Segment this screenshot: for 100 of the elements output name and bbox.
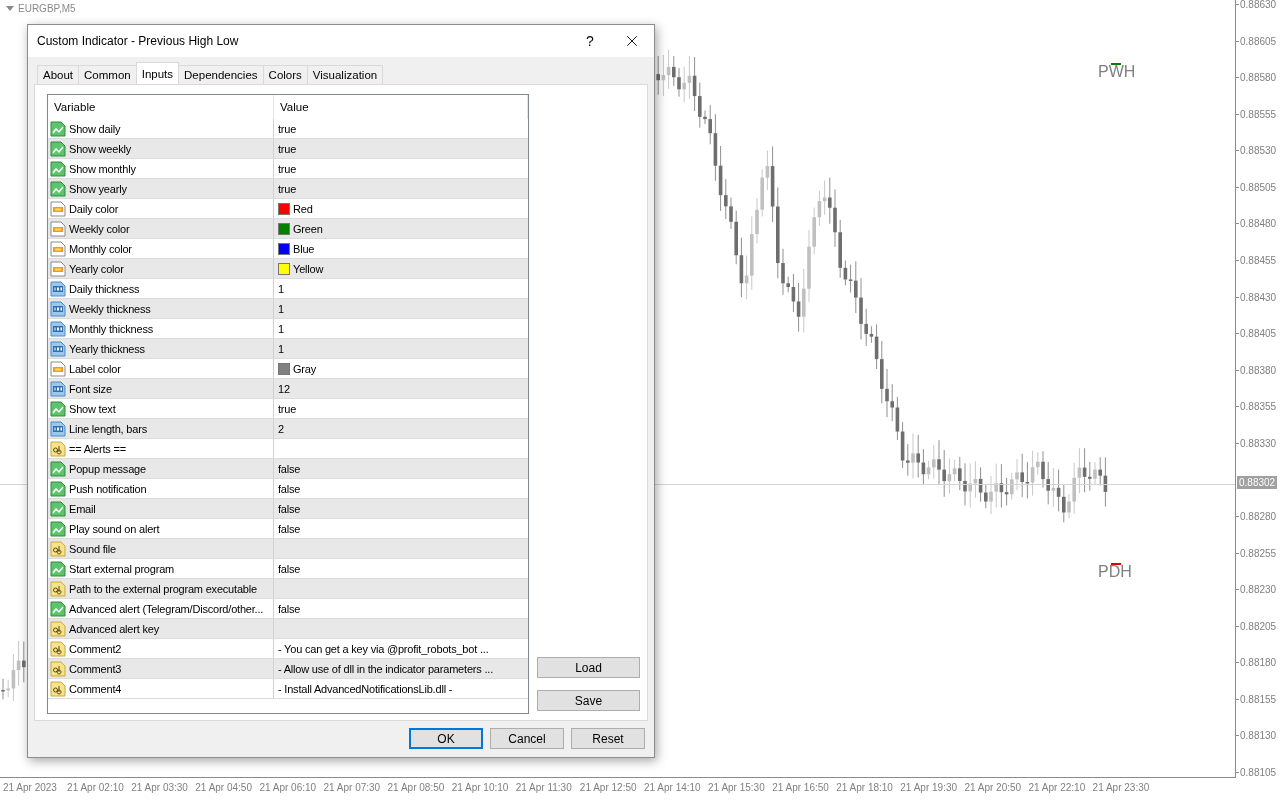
number-icon <box>50 340 66 357</box>
variable-value: 1 <box>278 342 284 355</box>
variable-name: Yearly thickness <box>69 342 145 355</box>
time-tick: 21 Apr 20:50 <box>964 781 1023 795</box>
variable-value: false <box>278 522 301 535</box>
help-button[interactable]: ? <box>570 26 610 56</box>
variable-value: true <box>278 162 297 175</box>
variable-value: Blue <box>293 242 315 255</box>
price-tick: 0.88430 <box>1240 291 1277 303</box>
text-icon <box>50 440 66 457</box>
tab[interactable]: About <box>37 65 80 84</box>
side-button[interactable]: Save <box>537 690 640 711</box>
price-tick: 0.88505 <box>1240 181 1277 193</box>
variable-value: Gray <box>293 362 317 375</box>
variable-value: Yellow <box>293 262 324 275</box>
variable-name: Monthly color <box>69 242 132 255</box>
variable-name: Comment4 <box>69 682 122 695</box>
dialog-button[interactable]: Reset <box>571 728 645 749</box>
price-tick: 0.88130 <box>1240 729 1277 741</box>
price-tick: 0.88480 <box>1240 217 1277 229</box>
dropdown-icon[interactable] <box>6 6 14 11</box>
side-button[interactable]: Load <box>537 657 640 678</box>
price-tick: 0.88630 <box>1240 0 1277 10</box>
variable-value: false <box>278 502 301 515</box>
variable-value: true <box>278 402 297 415</box>
chart-line-icon <box>50 460 66 477</box>
variable-name: Show daily <box>69 122 121 135</box>
variable-name: Weekly thickness <box>69 302 151 315</box>
number-icon <box>50 380 66 397</box>
chart-line-icon <box>50 140 66 157</box>
variable-value: false <box>278 482 301 495</box>
variable-name: Comment3 <box>69 662 122 675</box>
variable-name: Popup message <box>69 462 146 475</box>
time-tick: 21 Apr 06:10 <box>259 781 318 795</box>
price-tick: 0.88555 <box>1240 108 1277 120</box>
variable-name: Comment2 <box>69 642 122 655</box>
time-tick: 21 Apr 18:10 <box>836 781 894 795</box>
variable-name: Yearly color <box>69 262 124 275</box>
number-icon <box>50 420 66 437</box>
variable-value: Red <box>293 202 313 215</box>
price-tick: 0.88455 <box>1240 254 1277 266</box>
level-label: PWH <box>1098 63 1136 80</box>
variable-name: Show monthly <box>69 162 136 175</box>
palette-icon <box>50 220 66 237</box>
variable-name: Push notification <box>69 482 147 495</box>
variable-name: == Alerts == <box>69 442 126 455</box>
variable-value: 12 <box>278 382 290 395</box>
price-tick: 0.88155 <box>1240 693 1277 705</box>
text-icon <box>50 620 66 637</box>
variable-name: Play sound on alert <box>69 522 160 535</box>
level-label: PDH <box>1098 563 1132 580</box>
time-tick: 21 Apr 19:30 <box>900 781 959 795</box>
time-tick: 21 Apr 2023 <box>3 781 58 795</box>
variable-value: true <box>278 182 297 195</box>
variable-name: Path to the external program executable <box>69 582 257 595</box>
variable-value: true <box>278 122 297 135</box>
variable-value: 2 <box>278 422 284 435</box>
variable-name: Daily color <box>69 202 119 215</box>
dialog-button[interactable]: OK <box>409 728 483 749</box>
price-tick: 0.88105 <box>1240 766 1277 778</box>
price-tick: 0.88280 <box>1240 510 1277 522</box>
variable-value: true <box>278 142 297 155</box>
variable-value: 1 <box>278 282 284 295</box>
tab[interactable]: Inputs <box>135 62 180 84</box>
variable-value: Green <box>293 222 323 235</box>
time-tick: 21 Apr 11:30 <box>515 781 573 795</box>
text-icon <box>50 580 66 597</box>
variable-value: 1 <box>278 302 284 315</box>
time-tick: 21 Apr 10:10 <box>451 781 510 795</box>
variable-value: false <box>278 602 301 615</box>
variable-value: false <box>278 462 301 475</box>
price-tick: 0.88355 <box>1240 400 1277 412</box>
variable-value: - Install AdvancedNotificationsLib.dll - <box>278 682 453 695</box>
price-tick: 0.88180 <box>1240 656 1277 668</box>
variable-name: Start external program <box>69 562 175 575</box>
time-tick: 21 Apr 08:50 <box>387 781 446 795</box>
variable-name: Monthly thickness <box>69 322 154 335</box>
variable-name: Label color <box>69 362 121 375</box>
variable-name: Weekly color <box>69 222 130 235</box>
variable-name: Show weekly <box>69 142 131 155</box>
tab[interactable]: Dependencies <box>178 65 264 84</box>
time-tick: 21 Apr 14:10 <box>643 781 702 795</box>
tab[interactable]: Visualization <box>306 65 384 84</box>
price-tick: 0.88205 <box>1240 620 1277 632</box>
variable-name: Show yearly <box>69 182 127 195</box>
variable-name: Show text <box>69 402 116 415</box>
time-tick: 21 Apr 02:10 <box>67 781 125 795</box>
variable-value: - You can get a key via @profit_robots_bot ... <box>278 642 489 655</box>
variable-value: - Allow use of dll in the indicator parameters ... <box>278 662 493 675</box>
price-tick: 0.88330 <box>1240 437 1277 449</box>
variable-name: Line length, bars <box>69 422 147 435</box>
dialog-button[interactable]: Cancel <box>490 728 564 749</box>
variable-value: 1 <box>278 322 284 335</box>
variable-name: Email <box>69 502 96 515</box>
time-tick: 21 Apr 03:30 <box>131 781 189 795</box>
text-icon <box>50 540 66 557</box>
variable-value: false <box>278 562 301 575</box>
price-tick: 0.88605 <box>1240 35 1277 47</box>
variable-name: Font size <box>69 382 112 395</box>
symbol-label: EURGBP,M5 <box>18 3 76 14</box>
